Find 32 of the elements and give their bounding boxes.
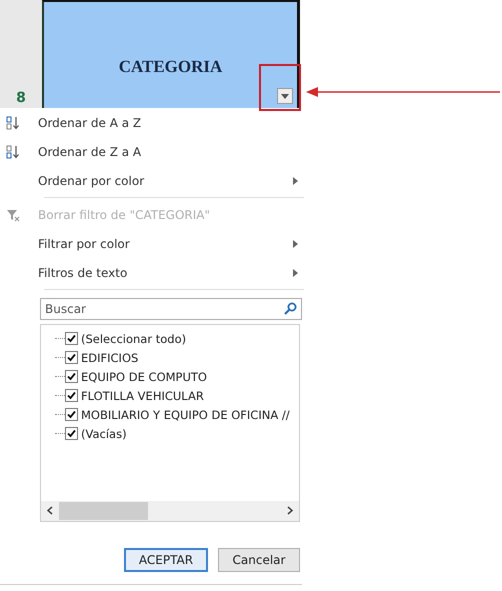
menu-item[interactable]: Ordenar de A a Z xyxy=(6,108,312,137)
submenu-arrow-icon xyxy=(293,268,298,276)
search-field[interactable]: Buscar xyxy=(40,298,302,320)
menu-item[interactable]: Filtros de texto xyxy=(6,258,312,287)
value-label[interactable]: EQUIPO DE COMPUTO xyxy=(81,370,207,384)
cancel-button[interactable]: Cancelar xyxy=(218,548,300,572)
checkbox[interactable] xyxy=(65,427,78,440)
submenu-arrow-icon xyxy=(293,240,298,248)
row-number: 8 xyxy=(16,90,26,106)
menu-item[interactable]: Ordenar de Z a A xyxy=(6,137,312,166)
checkbox[interactable] xyxy=(65,351,78,364)
value-label[interactable]: MOBILIARIO Y EQUIPO DE OFICINA // xyxy=(81,408,290,422)
value-label[interactable]: FLOTILLA VEHICULAR xyxy=(81,388,204,402)
cell-text: CATEGORIA xyxy=(118,57,222,77)
value-label[interactable]: (Vacías) xyxy=(81,426,127,440)
ok-button[interactable]: ACEPTAR xyxy=(124,548,208,572)
scrollbar-thumb[interactable] xyxy=(59,502,148,520)
filter-dropdown-button[interactable] xyxy=(277,88,293,104)
menu-item[interactable]: Filtrar por color xyxy=(6,229,312,258)
menu-item[interactable]: Ordenar por color xyxy=(6,166,312,195)
sort-icon xyxy=(6,144,20,158)
dropdown-arrow-icon xyxy=(281,94,289,98)
submenu-arrow-icon xyxy=(293,176,298,184)
search-icon xyxy=(284,302,297,315)
value-label[interactable]: (Seleccionar todo) xyxy=(81,332,186,346)
checkbox[interactable] xyxy=(65,332,78,345)
value-label[interactable]: EDIFICIOS xyxy=(81,350,138,364)
checkbox[interactable] xyxy=(65,408,78,421)
checkbox[interactable] xyxy=(65,389,78,402)
checkbox[interactable] xyxy=(65,370,78,383)
clear-filter-icon xyxy=(6,208,20,222)
sort-icon xyxy=(6,116,20,130)
